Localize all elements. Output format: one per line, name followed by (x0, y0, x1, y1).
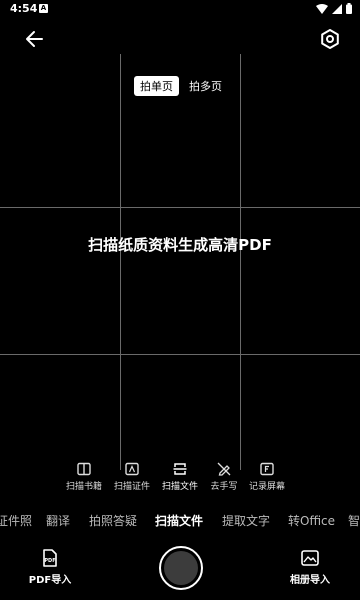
category-more[interactable]: 智 (348, 512, 360, 529)
grid-line-horizontal (0, 207, 360, 208)
grid-line-vertical (240, 54, 241, 470)
doc-type-file[interactable]: 扫描文件 (155, 461, 205, 492)
category-translate[interactable]: 翻译 (46, 512, 70, 529)
id-card-icon (125, 462, 139, 476)
album-import-label: 相册导入 (290, 575, 330, 586)
signal-icon (332, 3, 342, 14)
category-to-office[interactable]: 转Office (288, 512, 335, 529)
doc-type-label: 去手写 (210, 482, 238, 492)
page-mode-toggle: 拍单页 拍多页 (134, 76, 228, 96)
status-icons (316, 3, 352, 14)
album-icon (301, 550, 319, 566)
grid-line-horizontal (0, 354, 360, 355)
grid-line-vertical (120, 54, 121, 470)
category-id-photo[interactable]: 证件照 (0, 512, 32, 529)
single-page-mode[interactable]: 拍单页 (134, 76, 179, 96)
scan-file-icon (173, 463, 187, 475)
notification-icon: A (39, 4, 48, 13)
doc-type-label: 扫描文件 (161, 482, 198, 492)
status-time: 4:54 (10, 2, 38, 15)
doc-type-book[interactable]: 扫描书籍 (59, 461, 109, 492)
doc-type-record-screen[interactable]: 记录屏幕 (242, 461, 292, 492)
back-arrow-icon[interactable] (22, 26, 48, 52)
book-icon (77, 462, 91, 476)
shutter-inner (164, 551, 198, 585)
erase-handwriting-icon (217, 462, 231, 476)
category-carousel: 证件照 翻译 拍照答疑 扫描文件 提取文字 转Office 智 (0, 512, 360, 530)
doc-type-label: 记录屏幕 (248, 482, 285, 492)
pdf-import-label: PDF导入 (28, 575, 72, 586)
doc-type-label: 扫描证件 (113, 482, 150, 492)
category-extract-text[interactable]: 提取文字 (222, 512, 270, 529)
shutter-button[interactable] (159, 546, 203, 590)
multi-page-mode[interactable]: 拍多页 (183, 76, 228, 96)
bottom-controls: PDF PDF导入 相册导入 (0, 540, 360, 600)
category-photo-qa[interactable]: 拍照答疑 (89, 512, 137, 529)
category-scan-file[interactable]: 扫描文件 (155, 512, 203, 529)
wifi-icon (316, 3, 328, 14)
battery-icon (346, 3, 352, 14)
doc-type-label: 扫描书籍 (65, 482, 102, 492)
pdf-file-icon: PDF (43, 549, 57, 567)
record-screen-icon (260, 462, 274, 476)
status-bar: 4:54 A (0, 0, 360, 18)
album-import-button[interactable]: 相册导入 (280, 548, 340, 586)
doc-type-id[interactable]: 扫描证件 (107, 461, 157, 492)
pdf-badge: PDF (44, 558, 55, 564)
pdf-import-button[interactable]: PDF PDF导入 (20, 548, 80, 586)
top-bar (0, 24, 360, 54)
scan-hint-title: 扫描纸质资料生成高清PDF (88, 236, 272, 254)
settings-icon[interactable] (318, 27, 342, 51)
